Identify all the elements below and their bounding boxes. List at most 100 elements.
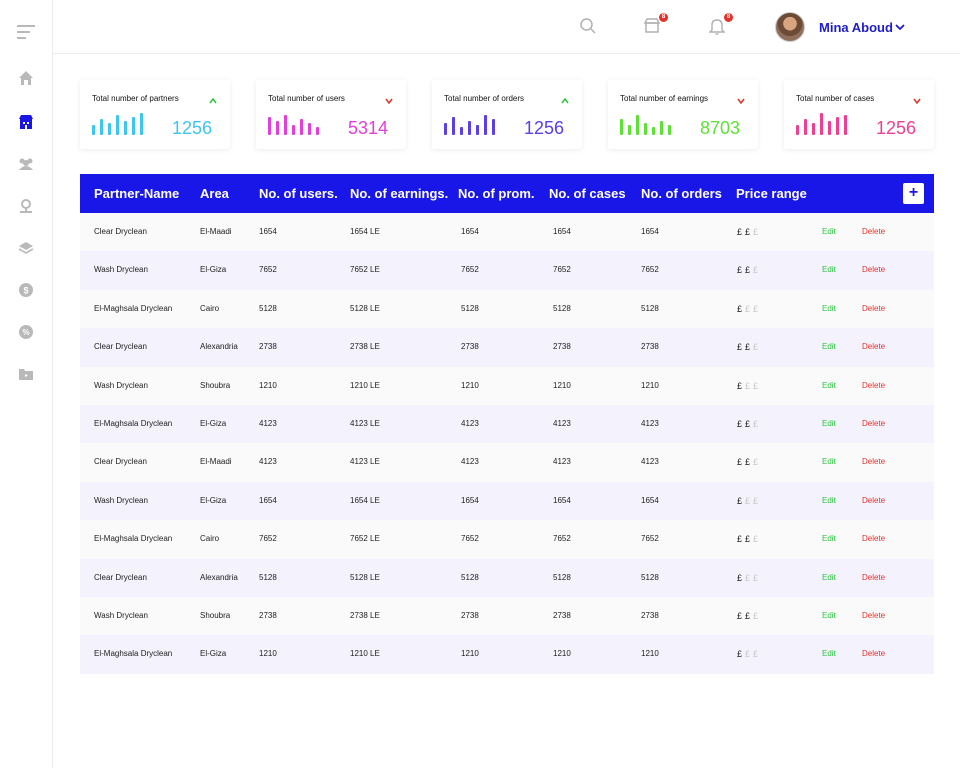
cell-earnings: 2738 LE <box>350 342 380 352</box>
edit-button[interactable]: Edit <box>822 457 836 466</box>
cell-cases: 5128 <box>553 572 571 582</box>
delete-button[interactable]: Delete <box>862 227 885 236</box>
delete-button[interactable]: Delete <box>862 534 885 543</box>
table-row[interactable]: El-Maghsala Dryclean El-Giza 1210 1210 LE 12… <box>80 635 934 674</box>
price-symbol: £ <box>753 610 762 621</box>
edit-button[interactable]: Edit <box>822 227 836 236</box>
svg-text:%: % <box>22 328 29 337</box>
table-row[interactable]: Wash Dryclean Shoubra 1210 1210 LE 1210 1210 1… <box>80 366 934 405</box>
cell-area: Cairo <box>200 303 220 313</box>
dollar-icon[interactable]: $ <box>16 280 36 300</box>
chevron-up-icon <box>560 93 570 104</box>
header-prom[interactable]: No. of prom. <box>458 186 535 201</box>
chevron-down-icon[interactable] <box>894 20 906 32</box>
cell-users: 4123 <box>259 418 277 428</box>
home-icon[interactable] <box>16 68 36 88</box>
header-users[interactable]: No. of users. <box>259 186 338 201</box>
table-row[interactable]: Wash Dryclean Shoubra 2738 2738 LE 2738 2738 2… <box>80 596 934 636</box>
delete-button[interactable]: Delete <box>862 457 885 466</box>
table-row[interactable]: Clear Dryclean El-Maadi 1654 1654 LE 1654 165… <box>80 213 934 252</box>
cell-cases: 1654 <box>553 495 571 505</box>
header-cases[interactable]: No. of cases <box>549 186 626 201</box>
cell-cases: 7652 <box>553 265 571 275</box>
edit-button[interactable]: Edit <box>822 304 836 313</box>
header-orders[interactable]: No. of orders <box>641 186 722 201</box>
header-partner-name[interactable]: Partner-Name <box>94 186 179 201</box>
cell-partner-name: Wash Dryclean <box>94 610 148 620</box>
header-earnings[interactable]: No. of earnings. <box>350 186 448 201</box>
price-symbol: £ <box>753 649 762 660</box>
partners-icon[interactable] <box>16 112 36 132</box>
edit-button[interactable]: Edit <box>822 419 836 428</box>
stat-card-title: Total number of earnings <box>620 94 709 103</box>
folder-icon[interactable] <box>16 364 36 384</box>
edit-button[interactable]: Edit <box>822 496 836 505</box>
delete-button[interactable]: Delete <box>862 611 885 620</box>
edit-button[interactable]: Edit <box>822 342 836 351</box>
cell-price-range: £££ <box>737 573 761 583</box>
delete-button[interactable]: Delete <box>862 342 885 351</box>
table-row[interactable]: El-Maghsala Dryclean El-Giza 4123 4123 LE 41… <box>80 404 934 444</box>
bell-icon[interactable]: 8 <box>708 13 733 37</box>
sparkline-bar <box>100 119 103 135</box>
cell-orders: 4123 <box>641 457 659 467</box>
stat-card: Total number of orders 1256 <box>432 80 582 149</box>
menu-icon[interactable] <box>16 22 36 42</box>
price-symbol: £ <box>753 534 762 545</box>
layers-icon[interactable] <box>16 238 36 258</box>
sparkline-bar <box>132 117 135 135</box>
stat-card-title: Total number of cases <box>796 94 875 103</box>
table-row[interactable]: El-Maghsala Dryclean Cairo 5128 5128 LE 5128… <box>80 289 934 329</box>
edit-button[interactable]: Edit <box>822 381 836 390</box>
cell-cases: 2738 <box>553 342 571 352</box>
add-partner-button[interactable]: + <box>903 183 924 204</box>
delete-button[interactable]: Delete <box>862 265 885 274</box>
delete-button[interactable]: Delete <box>862 573 885 582</box>
stat-card-value: 1256 <box>171 118 212 138</box>
edit-button[interactable]: Edit <box>822 649 836 658</box>
delete-button[interactable]: Delete <box>862 496 885 505</box>
cell-partner-name: Clear Dryclean <box>94 572 147 582</box>
delete-button[interactable]: Delete <box>862 381 885 390</box>
cell-users: 1654 <box>259 495 277 505</box>
cell-prom: 5128 <box>461 303 479 313</box>
cell-area: Alexandria <box>200 342 238 352</box>
delete-button[interactable]: Delete <box>862 419 885 428</box>
cell-price-range: £££ <box>737 496 761 506</box>
stat-card-sparkline <box>796 113 856 135</box>
sparkline-bar <box>628 125 631 135</box>
table-row[interactable]: El-Maghsala Dryclean Cairo 7652 7652 LE 7652… <box>80 520 934 559</box>
cell-cases: 4123 <box>553 418 571 428</box>
sparkline-bar <box>804 119 807 135</box>
user-name[interactable]: Mina Aboud <box>819 20 893 35</box>
sparkline-bar <box>620 119 623 135</box>
cell-users: 1210 <box>259 380 277 390</box>
table-row[interactable]: Wash Dryclean El-Giza 1654 1654 LE 1654 1654 1… <box>80 481 934 521</box>
edit-button[interactable]: Edit <box>822 534 836 543</box>
cell-orders: 4123 <box>641 418 659 428</box>
cell-earnings: 5128 LE <box>350 572 380 582</box>
search-icon[interactable] <box>579 17 599 37</box>
header-area[interactable]: Area <box>200 186 229 201</box>
sparkline-bar <box>660 121 663 135</box>
delete-button[interactable]: Delete <box>862 304 885 313</box>
edit-button[interactable]: Edit <box>822 611 836 620</box>
edit-button[interactable]: Edit <box>822 573 836 582</box>
store-icon[interactable]: 8 <box>643 13 668 37</box>
avatar[interactable] <box>775 12 805 42</box>
table-row[interactable]: Clear Dryclean El-Maadi 4123 4123 LE 4123 412… <box>80 443 934 482</box>
users-icon[interactable] <box>16 154 36 174</box>
table-row[interactable]: Clear Dryclean Alexandria 2738 2738 LE 2738 2… <box>80 328 934 367</box>
price-symbol: £ <box>737 534 746 545</box>
table-row[interactable]: Wash Dryclean El-Giza 7652 7652 LE 7652 7652 7… <box>80 251 934 290</box>
cell-orders: 1210 <box>641 380 659 390</box>
header-price-range[interactable]: Price range <box>736 186 807 201</box>
top-bar: 8 8 Mina Aboud <box>53 0 960 54</box>
table-body: Clear Dryclean El-Maadi 1654 1654 LE 1654 165… <box>80 213 934 674</box>
sparkline-bar <box>284 115 287 135</box>
percent-icon[interactable]: % <box>16 322 36 342</box>
delete-button[interactable]: Delete <box>862 649 885 658</box>
location-icon[interactable] <box>16 196 36 216</box>
table-row[interactable]: Clear Dryclean Alexandria 5128 5128 LE 5128 5… <box>80 558 934 597</box>
edit-button[interactable]: Edit <box>822 265 836 274</box>
